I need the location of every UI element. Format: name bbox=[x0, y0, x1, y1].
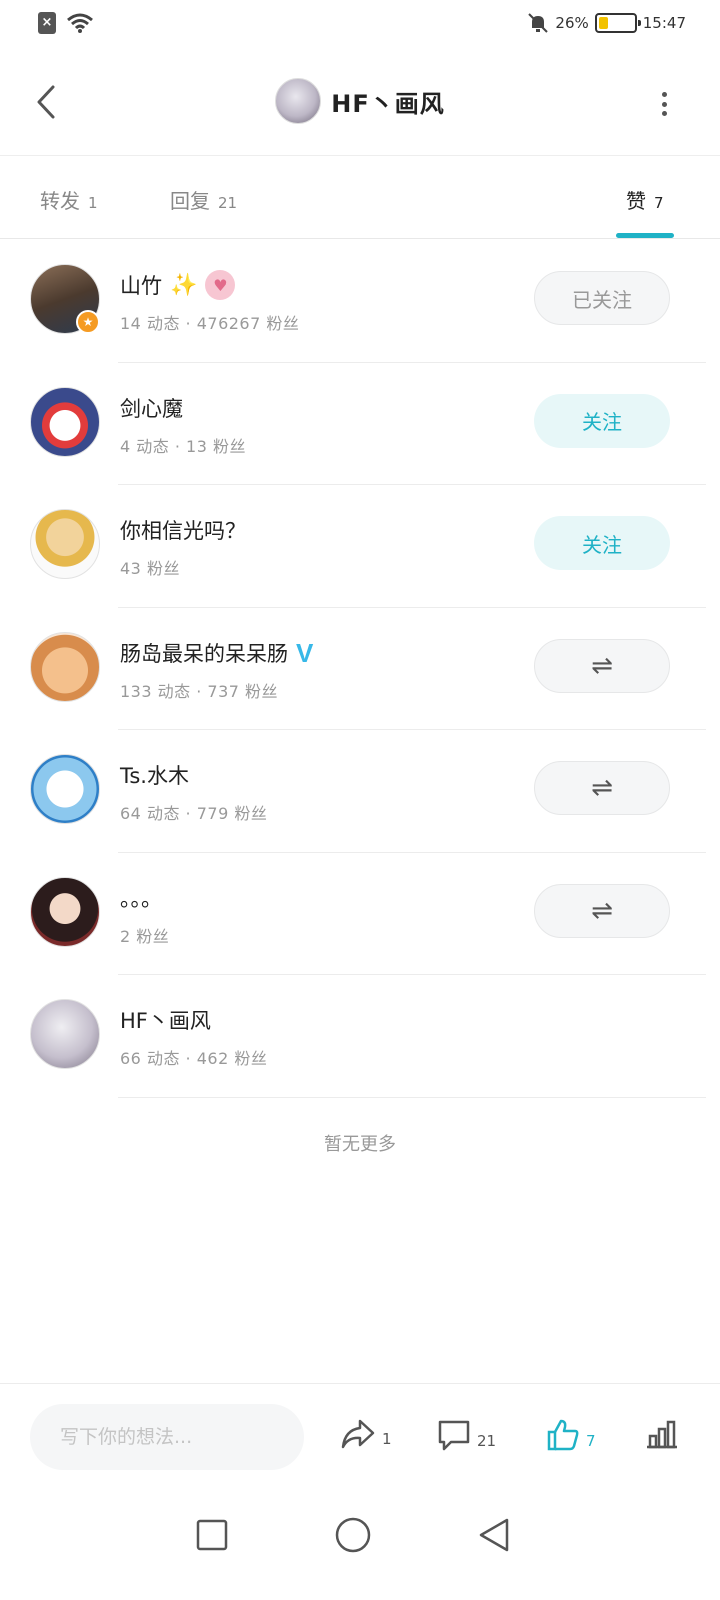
header-center[interactable]: HF丶画风 bbox=[0, 78, 720, 124]
tab-replies[interactable]: 回复 21 bbox=[170, 185, 237, 214]
tab-label: 赞 bbox=[626, 189, 646, 213]
comment-input[interactable] bbox=[30, 1404, 304, 1470]
clock: 15:47 bbox=[642, 14, 686, 32]
avatar[interactable] bbox=[275, 78, 322, 124]
mute-bell-icon bbox=[528, 13, 549, 33]
circle-icon bbox=[335, 1517, 371, 1553]
user-name-line: 肠岛最呆的呆呆肠 V bbox=[120, 638, 313, 669]
avatar[interactable] bbox=[30, 509, 100, 579]
user-stats: 64 动态 · 779 粉丝 bbox=[120, 804, 268, 823]
page-title: HF丶画风 bbox=[331, 89, 445, 118]
tab-label: 回复 bbox=[170, 189, 210, 213]
list-item[interactable]: Ts.水木 64 动态 · 779 粉丝 ⇌ bbox=[0, 730, 720, 853]
like-button[interactable]: 7 bbox=[546, 1418, 596, 1452]
avatar[interactable] bbox=[30, 876, 100, 947]
user-name: 。。。 bbox=[120, 886, 162, 911]
user-name-line: 你相信光吗？ bbox=[120, 515, 246, 545]
tab-label: 转发 bbox=[40, 189, 80, 213]
sim-card-icon: × bbox=[38, 12, 56, 34]
user-name-line: 山竹 ✨ ♥ bbox=[120, 270, 236, 300]
mutual-follow-button[interactable]: ⇌ bbox=[534, 638, 670, 693]
medal-icon: ♥ bbox=[205, 270, 236, 300]
user-stats: 2 粉丝 bbox=[120, 926, 170, 946]
system-back-button[interactable] bbox=[470, 1511, 518, 1559]
bottom-action-bar: 1 21 7 bbox=[0, 1383, 720, 1493]
list-item[interactable]: 。。。 2 粉丝 ⇌ bbox=[0, 853, 720, 975]
user-stats: 133 动态 · 737 粉丝 bbox=[120, 681, 279, 701]
follow-button[interactable]: 关注 bbox=[534, 516, 670, 570]
wifi-icon bbox=[67, 13, 93, 33]
header: HF丶画风 bbox=[0, 56, 720, 156]
more-options-button[interactable] bbox=[656, 88, 672, 120]
avatar[interactable] bbox=[30, 754, 100, 824]
follow-button[interactable]: 关注 bbox=[534, 393, 670, 448]
following-button[interactable]: 已关注 bbox=[534, 271, 670, 325]
tab-indicator bbox=[616, 233, 674, 238]
more-dot-icon bbox=[661, 92, 667, 97]
tab-count: 1 bbox=[88, 194, 98, 212]
list-item[interactable]: ★ 山竹 ✨ ♥ 14 动态 · 476267 粉丝 已关注 bbox=[0, 240, 720, 363]
stats-button[interactable] bbox=[644, 1418, 680, 1450]
tab-reposts[interactable]: 转发 1 bbox=[40, 185, 98, 214]
user-name: 肠岛最呆的呆呆肠 bbox=[120, 642, 288, 666]
bar-chart-icon bbox=[647, 1420, 677, 1449]
mutual-follow-button[interactable]: ⇌ bbox=[534, 883, 670, 938]
user-name-line: 剑心魔 bbox=[120, 393, 183, 423]
list-item[interactable]: 肠岛最呆的呆呆肠 V 133 动态 · 737 粉丝 ⇌ bbox=[0, 608, 720, 730]
list-item[interactable]: 你相信光吗？ 43 粉丝 关注 bbox=[0, 485, 720, 608]
avatar[interactable] bbox=[30, 631, 100, 702]
comment-icon bbox=[438, 1420, 470, 1451]
system-navigation-bar bbox=[0, 1493, 720, 1600]
tab-likes[interactable]: 赞 7 bbox=[626, 185, 664, 214]
status-bar: × 26% 15:47 bbox=[0, 0, 720, 48]
battery-fill bbox=[598, 17, 608, 29]
user-name: 剑心魔 bbox=[120, 396, 183, 421]
thumbs-up-icon bbox=[547, 1419, 579, 1451]
user-stats: 66 动态 · 462 粉丝 bbox=[120, 1049, 268, 1068]
list-item[interactable]: HF丶画风 66 动态 · 462 粉丝 bbox=[0, 975, 720, 1098]
comment-count: 21 bbox=[477, 1432, 497, 1450]
share-count: 1 bbox=[382, 1430, 392, 1448]
list-item[interactable]: 剑心魔 4 动态 · 13 粉丝 关注 bbox=[0, 363, 720, 485]
status-right: 26% 15:47 bbox=[527, 12, 686, 34]
user-name-line: HF丶画风 bbox=[120, 1005, 211, 1035]
divider bbox=[118, 1096, 706, 1098]
user-name-line: 。。。 bbox=[120, 883, 162, 913]
battery-percent: 26% bbox=[555, 14, 589, 32]
share-button[interactable]: 1 bbox=[340, 1418, 392, 1450]
more-dot-icon bbox=[661, 111, 667, 116]
liker-list: ★ 山竹 ✨ ♥ 14 动态 · 476267 粉丝 已关注 剑心魔 4 动态 … bbox=[0, 240, 720, 1098]
avatar[interactable] bbox=[30, 386, 100, 457]
tab-count: 21 bbox=[218, 194, 238, 212]
tab-bar: 转发 1 回复 21 赞 7 bbox=[0, 157, 720, 239]
user-stats: 4 动态 · 13 粉丝 bbox=[120, 436, 246, 456]
share-icon bbox=[341, 1419, 375, 1449]
user-name: 山竹 bbox=[120, 274, 162, 298]
avatar[interactable] bbox=[30, 999, 100, 1069]
battery-icon bbox=[594, 13, 641, 33]
star-badge-icon: ★ bbox=[76, 310, 100, 334]
user-name: 你相信光吗？ bbox=[120, 519, 246, 543]
user-name: HF丶画风 bbox=[120, 1009, 211, 1033]
status-left: × bbox=[38, 12, 94, 34]
verified-icon: V bbox=[296, 637, 314, 668]
square-icon bbox=[196, 1519, 228, 1551]
no-more-text: 暂无更多 bbox=[324, 1134, 396, 1155]
tab-count: 7 bbox=[654, 194, 664, 212]
sparkle-icon: ✨ bbox=[170, 272, 198, 298]
home-button[interactable] bbox=[329, 1511, 377, 1559]
user-stats: 14 动态 · 476267 粉丝 bbox=[120, 314, 300, 333]
user-stats: 43 粉丝 bbox=[120, 559, 180, 578]
more-dot-icon bbox=[661, 101, 667, 107]
recent-apps-button[interactable] bbox=[188, 1511, 236, 1559]
like-count: 7 bbox=[586, 1432, 596, 1450]
triangle-back-icon bbox=[479, 1518, 509, 1552]
user-name: Ts.水木 bbox=[120, 764, 189, 788]
user-name-line: Ts.水木 bbox=[120, 760, 189, 790]
comment-button[interactable]: 21 bbox=[437, 1418, 496, 1452]
mutual-follow-button[interactable]: ⇌ bbox=[534, 761, 670, 815]
